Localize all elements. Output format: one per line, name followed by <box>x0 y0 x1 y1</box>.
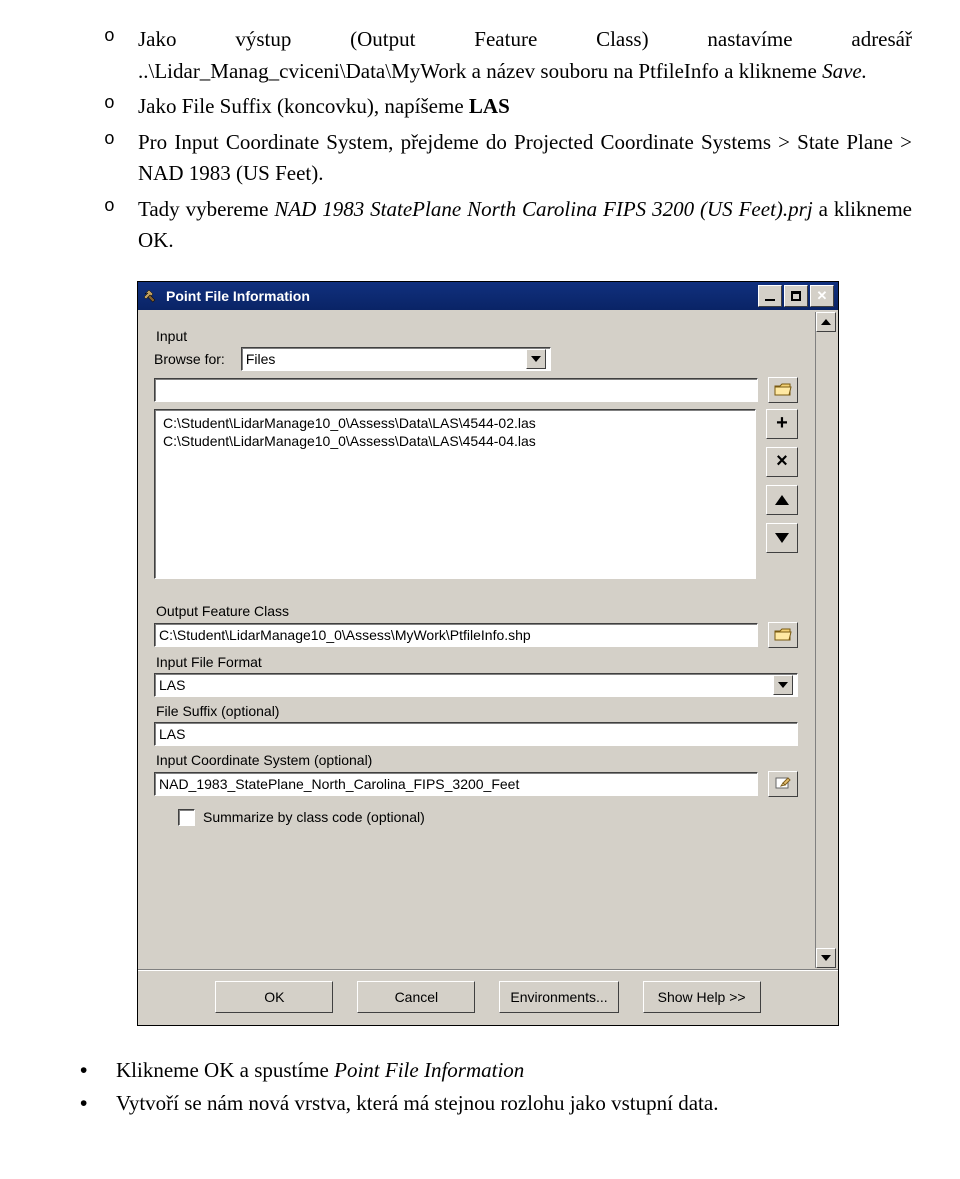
browse-for-combo[interactable]: Files <box>241 347 551 371</box>
input-coordinate-system-input[interactable]: NAD_1983_StatePlane_North_Carolina_FIPS_… <box>154 772 758 796</box>
browse-output-button[interactable] <box>768 622 798 648</box>
input-coordinate-system-value: NAD_1983_StatePlane_North_Carolina_FIPS_… <box>159 776 519 792</box>
button-row: OK Cancel Environments... Show Help >> <box>138 970 838 1025</box>
maximize-button[interactable] <box>784 285 808 307</box>
tool-icon <box>142 287 160 305</box>
bullet-text: Klikneme OK a spustíme Point File Inform… <box>116 1054 524 1088</box>
output-feature-class-value: C:\Student\LidarManage10_0\Assess\MyWork… <box>159 627 531 643</box>
input-file-format-label: Input File Format <box>156 654 798 670</box>
bullet-mark: • <box>80 1054 116 1088</box>
bullet-text: Jako File Suffix (koncovku), napíšeme LA… <box>138 91 912 123</box>
list-item[interactable]: C:\Student\LidarManage10_0\Assess\Data\L… <box>157 414 753 432</box>
move-up-button[interactable] <box>766 485 798 515</box>
point-file-information-dialog: Point File Information ✕ Input Browse fo… <box>137 281 839 1026</box>
path-input[interactable] <box>154 378 758 402</box>
input-file-format-combo[interactable]: LAS <box>154 673 798 697</box>
vertical-scrollbar[interactable] <box>815 312 836 968</box>
bullet-text: Jako výstup (Output Feature Class) nasta… <box>138 24 912 87</box>
add-button[interactable]: + <box>766 409 798 439</box>
list-item: o Jako File Suffix (koncovku), napíšeme … <box>104 91 912 123</box>
scroll-down-button[interactable] <box>816 948 836 968</box>
environments-button[interactable]: Environments... <box>499 981 618 1013</box>
list-item[interactable]: C:\Student\LidarManage10_0\Assess\Data\L… <box>157 432 753 450</box>
input-coordinate-system-label: Input Coordinate System (optional) <box>156 752 798 768</box>
bullet-mark: o <box>104 24 138 87</box>
input-section-label: Input <box>156 328 798 344</box>
coordinate-system-properties-button[interactable] <box>768 771 798 797</box>
title-bar: Point File Information ✕ <box>138 282 838 310</box>
bullet-text: Pro Input Coordinate System, přejdeme do… <box>138 127 912 190</box>
input-files-listbox[interactable]: C:\Student\LidarManage10_0\Assess\Data\L… <box>154 409 756 579</box>
output-feature-class-label: Output Feature Class <box>156 603 798 619</box>
output-feature-class-input[interactable]: C:\Student\LidarManage10_0\Assess\MyWork… <box>154 623 758 647</box>
summarize-by-class-code-checkbox[interactable] <box>178 809 195 826</box>
bullet-mark: • <box>80 1087 116 1121</box>
file-suffix-value: LAS <box>159 726 185 742</box>
remove-button[interactable]: × <box>766 447 798 477</box>
dropdown-icon <box>773 675 793 695</box>
summarize-by-class-code-label: Summarize by class code (optional) <box>203 809 425 825</box>
file-suffix-input[interactable]: LAS <box>154 722 798 746</box>
close-button[interactable]: ✕ <box>810 285 834 307</box>
browse-for-value: Files <box>246 351 276 367</box>
list-item: o Pro Input Coordinate System, přejdeme … <box>104 127 912 190</box>
bullet-mark: o <box>104 194 138 257</box>
file-suffix-label: File Suffix (optional) <box>156 703 798 719</box>
minimize-button[interactable] <box>758 285 782 307</box>
bullet-text: Vytvoří se nám nová vrstva, která má ste… <box>116 1087 718 1121</box>
ok-button[interactable]: OK <box>215 981 333 1013</box>
browse-button[interactable] <box>768 377 798 403</box>
bullet-mark: o <box>104 127 138 190</box>
scroll-up-button[interactable] <box>816 312 836 332</box>
bullet-text: Tady vybereme NAD 1983 StatePlane North … <box>138 194 912 257</box>
list-item: o Tady vybereme NAD 1983 StatePlane Nort… <box>104 194 912 257</box>
dropdown-icon <box>526 349 546 369</box>
dialog-title: Point File Information <box>166 288 756 304</box>
bullet-mark: o <box>104 91 138 123</box>
browse-for-label: Browse for: <box>154 351 225 367</box>
cancel-button[interactable]: Cancel <box>357 981 475 1013</box>
list-item: • Klikneme OK a spustíme Point File Info… <box>80 1054 912 1088</box>
input-file-format-value: LAS <box>159 677 185 693</box>
list-item: o Jako výstup (Output Feature Class) nas… <box>104 24 912 87</box>
move-down-button[interactable] <box>766 523 798 553</box>
show-help-button[interactable]: Show Help >> <box>643 981 761 1013</box>
list-item: • Vytvoří se nám nová vrstva, která má s… <box>80 1087 912 1121</box>
